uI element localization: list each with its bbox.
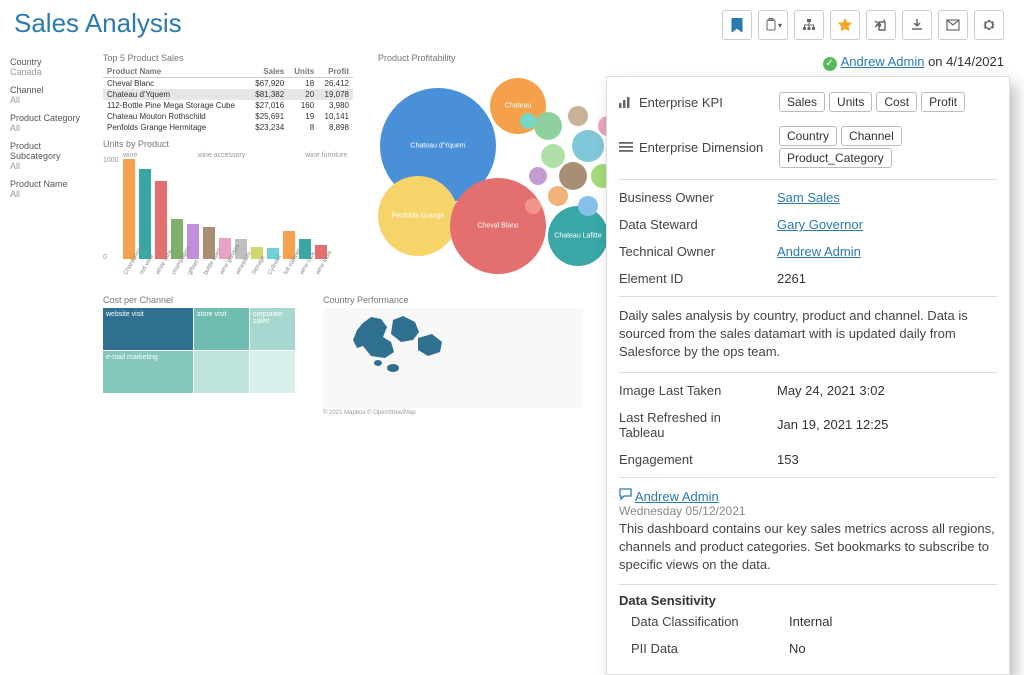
details-panel: Enterprise KPI SalesUnitsCostProfit Ente… [606, 76, 1010, 675]
email-button[interactable] [938, 10, 968, 40]
treemap-cell[interactable] [194, 351, 249, 393]
panel-meta-row: Image Last TakenMay 24, 2021 3:02 [619, 377, 997, 404]
share-button[interactable] [866, 10, 896, 40]
bar-chart: 1000 0 [103, 159, 358, 259]
dimension-tag[interactable]: Country [779, 126, 837, 146]
page-title: Sales Analysis [0, 0, 196, 47]
bubble[interactable] [568, 106, 588, 126]
table-row[interactable]: 112-Bottle Pine Mega Storage Cube$27,016… [103, 100, 353, 111]
toolbar: ▾ [722, 10, 1004, 40]
panel-row: Business OwnerSam Sales [619, 184, 997, 211]
certified-by-link[interactable]: Andrew Admin [841, 54, 925, 69]
map-attribution: © 2021 Mapbox © OpenStreetMap [323, 410, 603, 416]
panel-meta-row: Last Refreshed in TableauJan 19, 2021 12… [619, 404, 997, 446]
treemap-cell[interactable]: website visit [103, 308, 193, 350]
sensitivity-row: Data ClassificationInternal [619, 608, 997, 635]
table-row[interactable]: Chateau Mouton Rothschild$25,6911910,141 [103, 111, 353, 122]
clipboard-button[interactable]: ▾ [758, 10, 788, 40]
comment-icon [619, 488, 632, 501]
bubble[interactable] [520, 113, 536, 129]
bubble[interactable] [572, 130, 604, 162]
kpi-tag[interactable]: Units [829, 92, 872, 112]
bubble[interactable] [541, 144, 565, 168]
filter-item[interactable]: ChannelAll [10, 85, 85, 105]
dimension-tag[interactable]: Channel [841, 126, 902, 146]
bubble-chart-title: Product Profitability [378, 53, 658, 63]
bookmark-button[interactable] [722, 10, 752, 40]
bar[interactable] [123, 159, 135, 259]
panel-row: Element ID2261 [619, 265, 997, 292]
bubble[interactable] [529, 167, 547, 185]
download-button[interactable] [902, 10, 932, 40]
panel-row-link[interactable]: Andrew Admin [777, 244, 861, 259]
bubble[interactable] [548, 186, 568, 206]
filter-item[interactable]: Product NameAll [10, 179, 85, 199]
filters-sidebar: CountryCanada ChannelAll Product CategoryA… [0, 47, 95, 420]
filter-item[interactable]: CountryCanada [10, 57, 85, 77]
table-row[interactable]: Chateau d'Yquem$81,3822019,078 [103, 89, 353, 100]
treemap-title: Cost per Channel [103, 295, 303, 305]
bar-chart-icon [619, 96, 633, 108]
panel-row-link[interactable]: Sam Sales [777, 190, 840, 205]
treemap-cell[interactable]: corporate sales [250, 308, 295, 350]
filter-item[interactable]: Product CategoryAll [10, 113, 85, 133]
bar-chart-title: Units by Product [103, 139, 358, 149]
panel-row-link[interactable]: Gary Governor [777, 217, 863, 232]
bubble-chart: Chateau d'YquemChateauPenfolds GrangeChe… [378, 66, 638, 266]
dimension-tag[interactable]: Product_Category [779, 148, 892, 168]
map-chart [323, 308, 583, 408]
panel-meta-row: Engagement153 [619, 446, 997, 473]
bubble[interactable] [534, 112, 562, 140]
panel-comment: Andrew Admin Wednesday 05/12/2021 This d… [619, 482, 997, 581]
panel-description: Daily sales analysis by country, product… [619, 301, 997, 368]
kpi-tag[interactable]: Profit [921, 92, 965, 112]
hierarchy-button[interactable] [794, 10, 824, 40]
list-icon [619, 141, 633, 153]
bubble[interactable] [525, 198, 541, 214]
map-title: Country Performance [323, 295, 603, 305]
bubble[interactable] [578, 196, 598, 216]
panel-row: Data StewardGary Governor [619, 211, 997, 238]
treemap-cell[interactable] [250, 351, 295, 393]
bubble[interactable] [559, 162, 587, 190]
treemap-chart: website visitstore visitcorporate sales e… [103, 308, 295, 394]
settings-button[interactable] [974, 10, 1004, 40]
certification-badge: ✓Andrew Admin on 4/14/2021 [823, 54, 1004, 71]
sensitivity-heading: Data Sensitivity [619, 593, 997, 608]
treemap-cell[interactable]: e-mail marketing [103, 351, 193, 393]
panel-row: Technical OwnerAndrew Admin [619, 238, 997, 265]
favorite-button[interactable] [830, 10, 860, 40]
bar[interactable] [155, 181, 167, 259]
product-table-title: Top 5 Product Sales [103, 53, 358, 63]
filter-item[interactable]: Product SubcategoryAll [10, 141, 85, 171]
product-table: Product NameSalesUnitsProfitCheval Blanc… [103, 66, 353, 133]
table-row[interactable]: Cheval Blanc$67,9201826,412 [103, 78, 353, 90]
kpi-tag[interactable]: Sales [779, 92, 825, 112]
kpi-tag[interactable]: Cost [876, 92, 917, 112]
table-row[interactable]: Penfolds Grange Hermitage$23,23488,898 [103, 122, 353, 133]
treemap-cell[interactable]: store visit [194, 308, 249, 350]
comment-author-link[interactable]: Andrew Admin [635, 489, 719, 504]
sensitivity-row: PII DataNo [619, 635, 997, 662]
